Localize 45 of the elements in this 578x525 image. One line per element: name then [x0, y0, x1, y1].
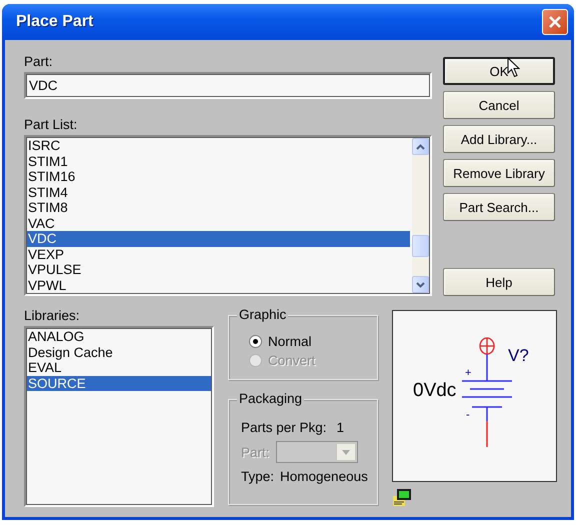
- monitor-icon[interactable]: [392, 488, 412, 507]
- close-icon: [548, 15, 562, 29]
- library-item[interactable]: SOURCE: [27, 376, 211, 391]
- group-title: Graphic: [237, 307, 288, 322]
- scroll-thumb[interactable]: [412, 234, 429, 256]
- scrollbar[interactable]: [412, 138, 429, 293]
- scroll-down-button[interactable]: [412, 276, 429, 293]
- part-list-item[interactable]: STIM1: [27, 154, 410, 169]
- dialog-button[interactable]: Remove Library: [443, 159, 555, 187]
- reference-label: V?: [508, 346, 529, 365]
- part-input-field[interactable]: VDC: [24, 72, 432, 99]
- part-list-item[interactable]: VAC: [27, 216, 410, 231]
- library-item[interactable]: EVAL: [27, 360, 211, 376]
- part-list-item[interactable]: ISRC: [27, 138, 410, 154]
- minus-label: -: [466, 409, 470, 421]
- field-value: Homogeneous: [280, 469, 368, 484]
- list-label: Part List:: [24, 117, 78, 132]
- window-title: Place Part: [16, 13, 94, 31]
- mouse-pointer-icon: [507, 57, 520, 78]
- field-label: Parts per Pkg:: [241, 420, 327, 435]
- library-item[interactable]: ANALOG: [27, 329, 211, 344]
- dialog-button[interactable]: Help: [443, 268, 555, 296]
- field-label: Type:: [241, 469, 274, 484]
- part-list-item[interactable]: STIM16: [27, 169, 410, 184]
- dialog-button[interactable]: Part Search...: [443, 193, 555, 221]
- field-label: Part:: [24, 54, 54, 69]
- part-list-item[interactable]: VPWL: [27, 278, 410, 293]
- part-list-item[interactable]: VEXP: [27, 246, 410, 262]
- field-value: 1: [336, 420, 344, 435]
- dialog-button[interactable]: Add Library...: [443, 125, 555, 153]
- radio-option[interactable]: Normal: [249, 334, 367, 349]
- part-list-item[interactable]: VPULSE: [27, 262, 410, 278]
- group-title: Packaging: [237, 391, 304, 406]
- dialog-button[interactable]: Cancel: [443, 91, 555, 119]
- caret-icon: [342, 450, 350, 454]
- scroll-up-button[interactable]: [412, 138, 429, 155]
- part-value-label: 0Vdc: [413, 380, 456, 401]
- part-list-item[interactable]: STIM8: [27, 200, 410, 216]
- library-item[interactable]: Design Cache: [27, 344, 211, 360]
- close-button[interactable]: [542, 9, 568, 35]
- ok-button[interactable]: OK: [443, 57, 555, 85]
- list-label: Libraries:: [24, 308, 81, 323]
- part-list-item[interactable]: STIM4: [27, 184, 410, 200]
- part-list-item[interactable]: VDC: [27, 231, 410, 246]
- plus-label: +: [465, 367, 472, 379]
